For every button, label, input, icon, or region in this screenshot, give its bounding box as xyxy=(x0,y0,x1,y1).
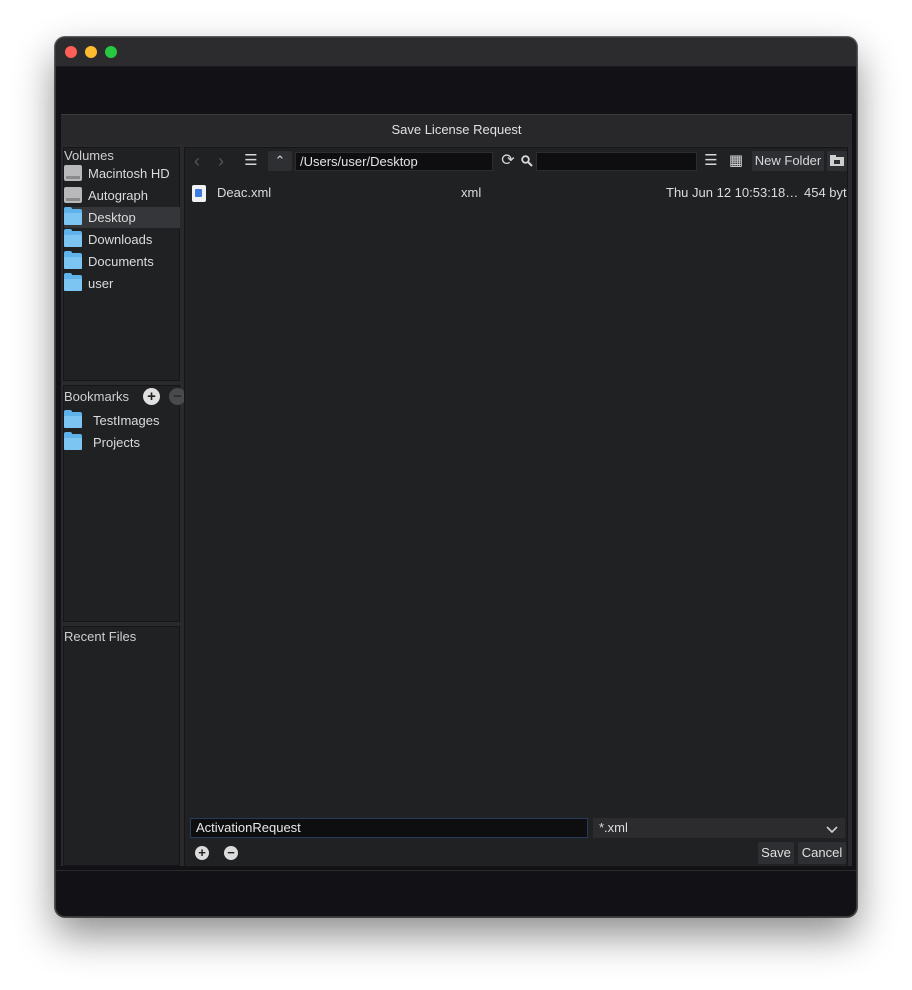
folder-icon xyxy=(64,410,82,428)
bookmark-item-projects[interactable]: Projects xyxy=(64,432,180,453)
search-input[interactable] xyxy=(536,152,697,171)
file-name: Deac.xml xyxy=(217,185,272,200)
sidebar-item-label: Downloads xyxy=(88,232,153,247)
file-list: Deac.xml xml Thu Jun 12 10:53:18 2025 45… xyxy=(185,176,847,808)
sidebar-item-label: Autograph xyxy=(88,188,148,203)
grid-view-icon[interactable]: ▦ xyxy=(727,151,745,171)
file-size: 454 bytes xyxy=(804,185,847,200)
file-type: xml xyxy=(461,185,482,200)
parent-folder-button[interactable]: ⌃ xyxy=(268,151,292,171)
xml-file-icon xyxy=(192,185,206,202)
back-button[interactable]: ‹ xyxy=(190,151,204,171)
toolbar: ‹ › ☰ ⌃ /Users/user/Desktop ⟳ ☰ ▦ New Fo… xyxy=(185,148,847,176)
bookmark-item-label: Projects xyxy=(93,435,140,450)
sidebar-item-downloads[interactable]: Downloads xyxy=(64,229,180,250)
volumes-label: Volumes xyxy=(64,148,114,163)
remove-button[interactable]: − xyxy=(224,846,238,860)
search-icon xyxy=(520,151,534,171)
cancel-button[interactable]: Cancel xyxy=(798,842,846,864)
bookmark-item-label: TestImages xyxy=(93,413,160,428)
list-toggle-icon[interactable]: ☰ xyxy=(241,151,261,171)
filter-value: *.xml xyxy=(599,820,628,835)
forward-button[interactable]: › xyxy=(214,151,228,171)
file-row[interactable]: Deac.xml xml Thu Jun 12 10:53:18 2025 45… xyxy=(185,182,847,204)
app-window: Save License Request Volumes Macintosh H… xyxy=(55,37,857,917)
volumes-panel: Volumes Macintosh HD Autograph Desktop D… xyxy=(63,147,180,381)
filename-input[interactable]: ActivationRequest xyxy=(190,818,588,838)
folder-icon[interactable] xyxy=(827,151,847,171)
minimize-window-button[interactable] xyxy=(85,46,97,58)
bookmarks-label: Bookmarks xyxy=(64,389,130,404)
sidebar-item-label: user xyxy=(88,276,114,291)
new-folder-button[interactable]: New Folder xyxy=(752,151,824,171)
sidebar-item-user[interactable]: user xyxy=(64,273,180,294)
disk-icon xyxy=(64,165,82,181)
folder-icon xyxy=(64,207,82,225)
chevron-down-icon xyxy=(826,820,838,840)
sidebar-item-label: Macintosh HD xyxy=(88,166,170,181)
sidebar-item-label: Documents xyxy=(88,254,154,269)
folder-icon xyxy=(64,251,82,269)
sidebar-item-label: Desktop xyxy=(88,210,136,225)
bookmarks-panel: Bookmarks + − TestImages Projects xyxy=(63,385,186,622)
disk-icon xyxy=(64,187,82,203)
path-input[interactable]: /Users/user/Desktop xyxy=(295,152,493,171)
window-footer xyxy=(56,870,856,916)
folder-icon xyxy=(64,229,82,247)
sidebar-item-desktop[interactable]: Desktop xyxy=(64,207,180,228)
file-date: Thu Jun 12 10:53:18 2025 xyxy=(666,185,800,200)
folder-icon xyxy=(64,273,82,291)
title-bar xyxy=(56,38,856,67)
sidebar-item-autograph[interactable]: Autograph xyxy=(64,185,180,206)
add-button[interactable]: + xyxy=(195,846,209,860)
dialog-title: Save License Request xyxy=(61,115,852,145)
close-window-button[interactable] xyxy=(65,46,77,58)
refresh-icon[interactable]: ⟳ xyxy=(498,151,518,171)
bookmark-item-testimages[interactable]: TestImages xyxy=(64,410,180,431)
add-bookmark-button[interactable]: + xyxy=(143,388,160,405)
folder-icon xyxy=(64,432,82,450)
list-view-icon[interactable]: ☰ xyxy=(702,151,720,171)
sidebar-item-documents[interactable]: Documents xyxy=(64,251,180,272)
maximize-window-button[interactable] xyxy=(105,46,117,58)
save-dialog: Save License Request Volumes Macintosh H… xyxy=(61,114,852,867)
recent-files-label: Recent Files xyxy=(64,629,137,644)
file-type-filter[interactable]: *.xml xyxy=(593,818,845,838)
recent-files-panel: Recent Files xyxy=(63,626,180,866)
save-button[interactable]: Save xyxy=(758,842,794,864)
file-browser: ‹ › ☰ ⌃ /Users/user/Desktop ⟳ ☰ ▦ New Fo… xyxy=(184,147,848,867)
sidebar-item-macintosh-hd[interactable]: Macintosh HD xyxy=(64,163,180,184)
